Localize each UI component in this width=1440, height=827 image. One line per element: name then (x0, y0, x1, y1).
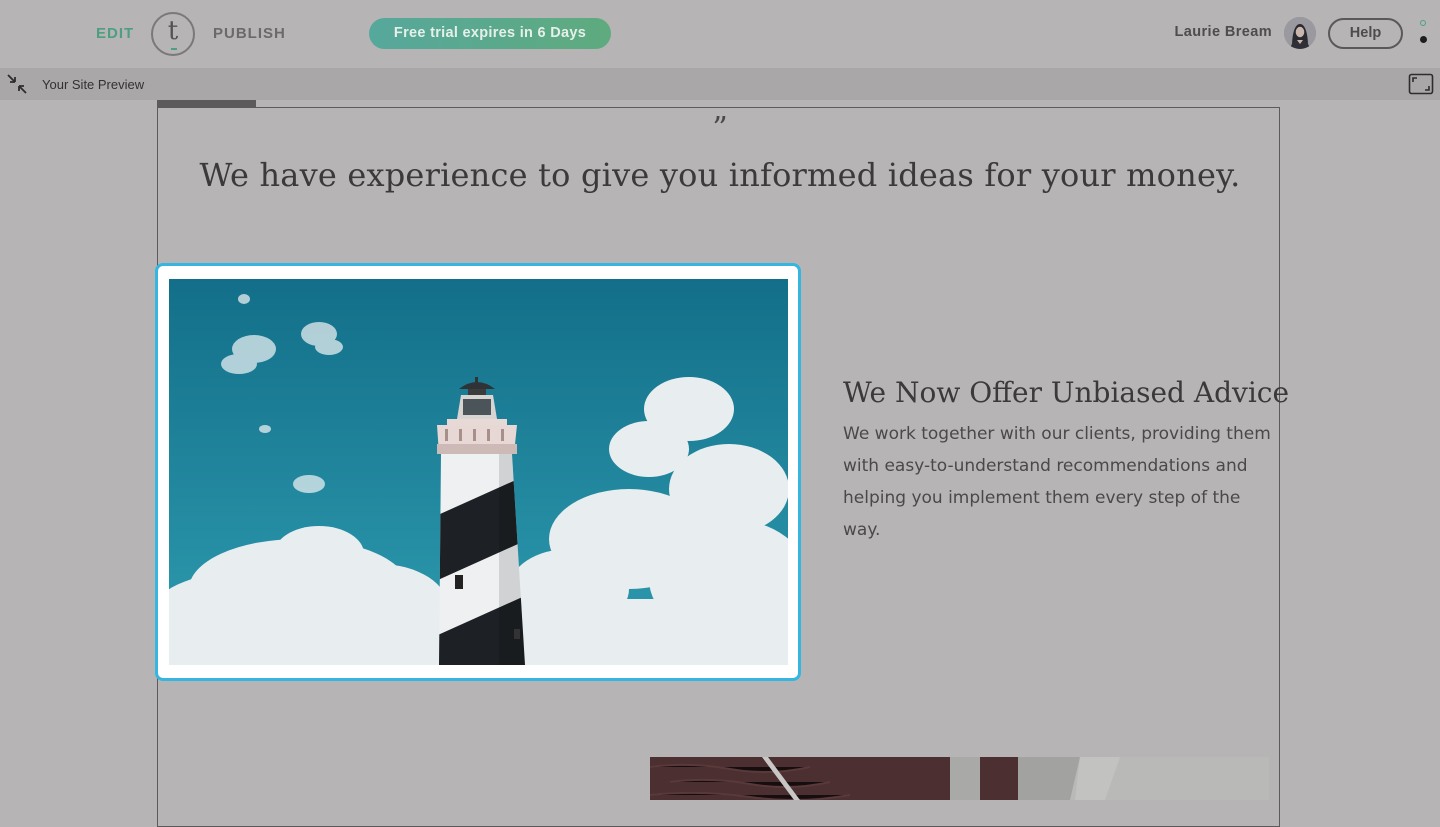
publish-tab[interactable]: PUBLISH (213, 25, 286, 42)
help-button[interactable]: Help (1328, 18, 1403, 49)
user-name[interactable]: Laurie Bream (1175, 24, 1272, 40)
feature-heading[interactable]: We Now Offer Unbiased Advice (843, 376, 1289, 409)
status-dot (1420, 20, 1426, 26)
avatar-icon (1284, 17, 1316, 49)
edit-tab[interactable]: EDIT (96, 25, 134, 42)
logo-underline (171, 48, 177, 50)
section-tab[interactable] (157, 100, 256, 107)
expand-corners-icon[interactable] (1408, 73, 1434, 95)
preview-label: Your Site Preview (42, 77, 145, 92)
editor-top-bar: EDIT t PUBLISH Free trial expires in 6 D… (0, 0, 1440, 68)
menu-dot (1420, 36, 1427, 43)
testimonial-quote[interactable]: We have experience to give you informed … (0, 156, 1440, 194)
trial-badge[interactable]: Free trial expires in 6 Days (369, 18, 611, 49)
collapse-arrows-icon[interactable] (6, 73, 28, 95)
kebab-menu-icon[interactable] (1419, 20, 1429, 48)
sailboat-image[interactable] (650, 757, 1269, 800)
lighthouse-image[interactable] (169, 279, 788, 665)
site-preview-bar: Your Site Preview (0, 68, 1440, 100)
quote-mark-icon: ” (712, 111, 728, 146)
logo-letter: t (167, 16, 179, 46)
app-logo[interactable]: t (151, 12, 195, 56)
avatar[interactable] (1284, 17, 1316, 49)
sailboat-illustration (650, 757, 1269, 800)
selected-image-block[interactable] (155, 263, 801, 681)
feature-body[interactable]: We work together with our clients, provi… (843, 418, 1273, 546)
lighthouse-illustration (169, 279, 788, 665)
